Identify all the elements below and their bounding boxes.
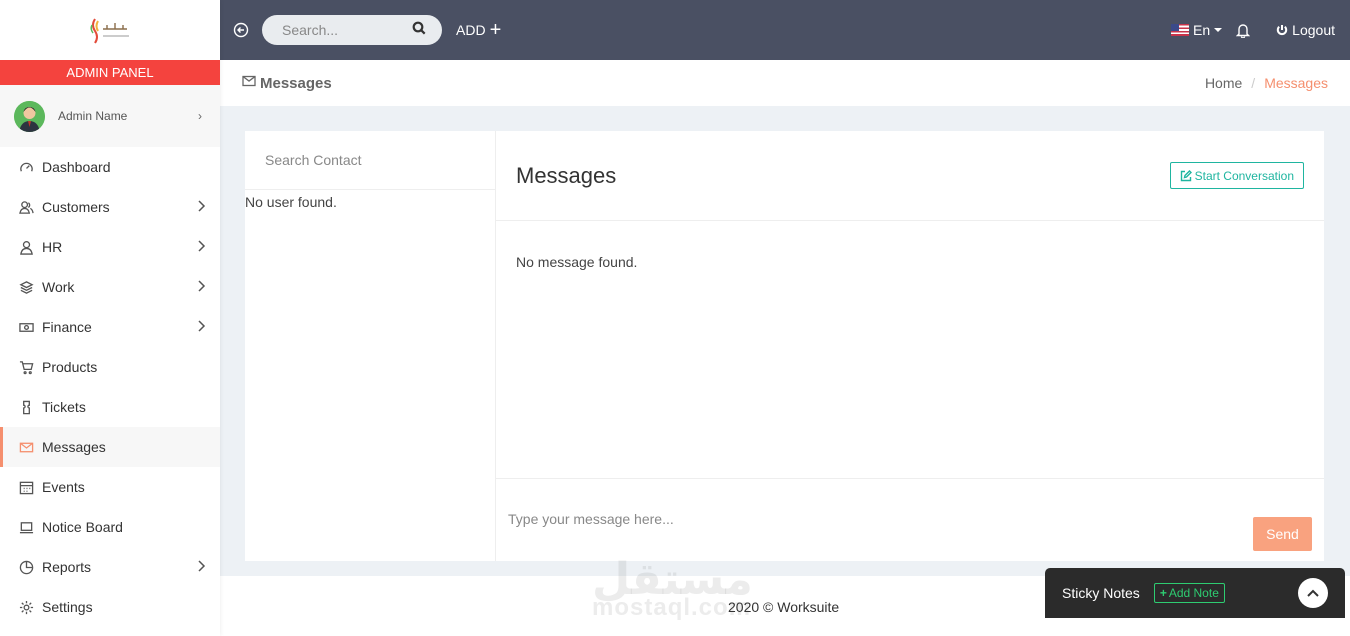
language-label: En [1193,22,1211,38]
sidebar-item-dashboard[interactable]: Dashboard [0,147,220,187]
sidebar-item-notice-board[interactable]: Notice Board [0,507,220,547]
chevron-right-icon [196,319,206,336]
profile-name: Admin Name [58,109,128,123]
chevron-up-icon [1307,589,1319,597]
sidebar-item-label: Work [42,279,75,295]
laptop-icon [18,519,34,535]
us-flag-icon [1171,24,1190,36]
sidebar-item-products[interactable]: Products [0,347,220,387]
users-icon [18,199,34,215]
sidebar-item-label: Events [42,479,85,495]
breadcrumb-separator: / [1251,75,1256,91]
chat-messages: No message found. [496,221,1324,479]
chevron-right-icon[interactable]: › [198,109,202,123]
sidebar-item-settings[interactable]: Settings [0,587,220,627]
sidebar-item-events[interactable]: Events [0,467,220,507]
caret-down-icon [1214,28,1223,32]
breadcrumb-home[interactable]: Home [1205,75,1242,91]
no-user-message: No user found. [245,194,337,210]
contacts-column: No user found. [245,131,496,561]
cart-icon [18,359,34,375]
contact-search-input[interactable] [265,152,465,168]
sidebar-item-label: Products [42,359,98,375]
gear-icon [18,599,34,615]
sidebar-item-customers[interactable]: Customers [0,187,220,227]
page-title: Messages [260,74,332,92]
plus-icon: + [1159,586,1167,600]
sidebar-item-tickets[interactable]: Tickets [0,387,220,427]
envelope-icon [18,439,34,455]
plus-icon: + [489,19,502,41]
sidebar-item-label: Customers [42,199,110,215]
logo-area[interactable] [0,0,220,60]
search-input[interactable] [282,22,412,38]
add-note-button[interactable]: + Add Note [1153,583,1225,603]
pie-chart-icon [18,559,34,575]
top-navbar: ADD + En Logout [220,0,1350,60]
sticky-toggle-button[interactable] [1298,578,1328,608]
sidebar-item-label: Reports [42,559,92,575]
breadcrumb: Home / Messages [1205,75,1328,91]
chevron-right-icon [196,199,206,216]
page-header: Messages Home / Messages [220,60,1350,106]
chat-compose: Send [496,479,1324,561]
envelope-icon [242,74,256,92]
add-note-label: Add Note [1168,586,1219,600]
sticky-notes-title: Sticky Notes [1062,585,1140,601]
sidebar-item-label: Settings [42,599,93,615]
brand-logo [90,18,129,44]
power-icon [1276,25,1288,36]
messages-panel: No user found. Messages Start Conversati… [245,131,1324,561]
sidebar-item-label: Finance [42,319,92,335]
user-profile[interactable]: Admin Name › [0,85,220,147]
chat-column: Messages Start Conversation No message f… [496,131,1324,561]
add-label: ADD [456,22,486,38]
breadcrumb-current: Messages [1264,75,1328,91]
ticket-icon [18,399,34,415]
layers-icon [18,279,34,295]
collapse-sidebar-icon[interactable] [233,22,249,38]
start-conversation-button[interactable]: Start Conversation [1169,162,1304,190]
chevron-right-icon [196,559,206,576]
admin-panel-banner: ADMIN PANEL [0,60,220,85]
user-icon [18,239,34,255]
sidebar-item-hr[interactable]: HR [0,227,220,267]
sticky-notes-bar: Sticky Notes + Add Note [1045,568,1345,618]
language-selector[interactable]: En [1171,22,1223,38]
avatar [14,100,45,132]
sidebar-item-work[interactable]: Work [0,267,220,307]
sidebar-item-messages[interactable]: Messages [0,427,220,467]
sidebar-item-label: Tickets [42,399,86,415]
chat-title: Messages [516,162,617,188]
global-search [262,15,442,45]
edit-icon [1180,169,1192,181]
sidebar-item-label: Messages [42,439,106,455]
footer-copyright: 2020 © Worksuite [728,599,840,615]
search-icon[interactable] [412,21,426,40]
add-button[interactable]: ADD + [456,20,501,40]
logout-label: Logout [1292,22,1335,38]
sidebar-nav: Dashboard Customers HR Work Finance Prod… [0,147,220,627]
dashboard-icon [18,159,34,175]
bell-icon[interactable] [1236,23,1251,38]
sidebar-item-reports[interactable]: Reports [0,547,220,587]
money-icon [18,319,34,335]
sidebar: ADMIN PANEL Admin Name › Dashboard Custo… [0,0,220,636]
sidebar-item-finance[interactable]: Finance [0,307,220,347]
sidebar-item-label: Dashboard [42,159,111,175]
chevron-right-icon [196,239,206,256]
sidebar-item-label: Notice Board [42,519,123,535]
chat-header: Messages Start Conversation [496,131,1324,222]
calendar-icon [18,479,34,495]
sidebar-item-label: HR [42,239,63,255]
start-conversation-label: Start Conversation [1194,168,1294,183]
no-message-text: No message found. [516,254,638,271]
send-button[interactable]: Send [1253,517,1312,551]
topbar-right: En Logout [1171,22,1350,38]
contact-search-box [245,131,495,190]
logout-button[interactable]: Logout [1276,22,1335,38]
chevron-right-icon [196,279,206,296]
